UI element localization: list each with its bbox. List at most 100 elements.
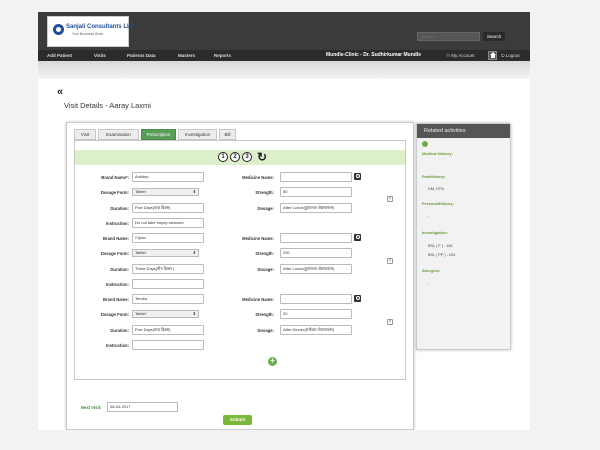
- brand-name-label: Brand Name*:: [101, 175, 129, 180]
- search-button[interactable]: Search: [483, 32, 505, 41]
- tab-prescription[interactable]: Prescription: [141, 129, 176, 140]
- visit-details-panel: Visit Examination Prescription Investiga…: [66, 122, 414, 430]
- remove-row-icon[interactable]: ×: [387, 196, 393, 202]
- dosage-field[interactable]: After Lunch(दुपारच्या जेवणानंतर): [280, 203, 352, 213]
- duration-field[interactable]: Five Days(पाच दिवस): [132, 203, 204, 213]
- dosage-form-select[interactable]: Tablet ⬍: [132, 310, 199, 318]
- strength-field[interactable]: 20: [280, 309, 352, 319]
- allergies-heading: Allergies:: [422, 268, 441, 273]
- dosage-form-select[interactable]: Tablet ⬍: [132, 249, 199, 257]
- dosage-form-label: Dosage Form:: [100, 251, 129, 256]
- tab-visit[interactable]: Visit: [74, 129, 96, 140]
- brand-name-field[interactable]: Antidep: [132, 172, 204, 182]
- nav-masters[interactable]: Masters: [178, 50, 195, 61]
- search-icon[interactable]: [354, 173, 361, 180]
- medicine-name-label: Medicine Name:: [242, 175, 274, 180]
- duration-field[interactable]: Five Days(पाच दिवस): [132, 325, 204, 335]
- page-title: Visit Details - Aaray Laxmi: [64, 101, 151, 110]
- chevron-down-icon: ⬍: [192, 189, 196, 194]
- dosage-form-select[interactable]: Tablet ⬍: [132, 188, 199, 196]
- medicine-name-field[interactable]: [280, 233, 352, 243]
- dosage-label: Dosage:: [257, 206, 274, 211]
- medical-history-heading: Medical History:: [422, 151, 453, 156]
- related-activities-panel: Related activities Medical History: Past…: [416, 123, 511, 350]
- nav-add-patient[interactable]: Add Patient: [47, 50, 72, 61]
- remove-row-icon[interactable]: ×: [387, 319, 393, 325]
- dosage-form-label: Dosage Form:: [100, 190, 129, 195]
- medicine-name-label: Medicine Name:: [242, 297, 274, 302]
- step-1-icon[interactable]: 1: [218, 152, 228, 162]
- instruction-field[interactable]: [132, 340, 204, 350]
- dosage-form-value: Tablet: [135, 189, 146, 194]
- logo-mark-icon: [53, 24, 64, 35]
- step-2-icon[interactable]: 2: [230, 152, 240, 162]
- duration-field[interactable]: Three Days(तीन दिवस ): [132, 264, 204, 274]
- add-medicine-icon[interactable]: +: [268, 356, 277, 366]
- dosage-label: Dosage:: [257, 328, 274, 333]
- brand-name-label: Brand Name:: [102, 297, 129, 302]
- home-icon[interactable]: [488, 51, 497, 60]
- nav-patients-data[interactable]: Patients Data: [127, 50, 156, 61]
- logout-link[interactable]: ⏻ Logout: [501, 50, 520, 61]
- tab-investigation[interactable]: Investigation: [178, 129, 217, 140]
- refresh-icon[interactable]: ↻: [257, 150, 267, 164]
- instruction-field[interactable]: [132, 279, 204, 289]
- brand-name-field[interactable]: Tendia: [132, 294, 204, 304]
- my-account-link[interactable]: ⚇ My Account: [446, 50, 475, 61]
- dosage-form-label: Dosage Form:: [100, 312, 129, 317]
- submit-button[interactable]: Submit: [223, 415, 252, 425]
- dosage-form-value: Tablet: [135, 311, 146, 316]
- app-window: Sanjali Consultants LLP Your Business Br…: [38, 12, 530, 430]
- strength-field[interactable]: 50: [280, 187, 352, 197]
- next-visit-field[interactable]: 08-04-2017: [107, 402, 178, 412]
- company-logo[interactable]: Sanjali Consultants LLP Your Business Br…: [47, 16, 135, 47]
- main-navigation: Add Patient Visits Patients Data Masters…: [38, 50, 530, 61]
- logout-label: Logout: [505, 53, 520, 58]
- strength-field[interactable]: 200: [280, 248, 352, 258]
- duration-label: Duration:: [110, 206, 129, 211]
- related-activities-title: Related activities: [417, 124, 510, 138]
- dosage-field[interactable]: After Dinner(रात्रीच्या जेवणानंतर): [280, 325, 352, 335]
- medicine-name-field[interactable]: [280, 172, 352, 182]
- top-header: Sanjali Consultants LLP Your Business Br…: [38, 12, 530, 50]
- duration-label: Duration:: [110, 328, 129, 333]
- brand-name-label: Brand Name:: [102, 236, 129, 241]
- step-3-icon[interactable]: 3: [242, 152, 252, 162]
- remove-row-icon[interactable]: ×: [387, 258, 393, 264]
- logo-tagline: Your Business Brain: [72, 32, 104, 36]
- instruction-field[interactable]: Do not take empty stomach: [132, 218, 204, 228]
- instruction-label: Instruction:: [105, 221, 129, 226]
- prescription-form: 1 2 3 ↻ Brand Name*: Antidep Medicine Na…: [74, 140, 406, 380]
- chevron-down-icon: ⬍: [192, 250, 196, 255]
- dosage-label: Dosage:: [257, 267, 274, 272]
- search-icon[interactable]: [354, 295, 361, 302]
- investigation-value: BSL ( F ) : 183: [428, 244, 453, 248]
- nav-reports[interactable]: Reports: [214, 50, 231, 61]
- personal-history-heading: PersonalHistory:: [422, 201, 455, 206]
- search-icon[interactable]: [354, 234, 361, 241]
- strength-label: Strength:: [255, 251, 274, 256]
- instruction-label: Instruction:: [105, 282, 129, 287]
- strength-label: Strength:: [255, 190, 274, 195]
- tab-examination[interactable]: Examination: [98, 129, 139, 140]
- step-indicator-bar: 1 2 3 ↻: [75, 150, 405, 165]
- allergies-value: -: [428, 281, 430, 285]
- back-button[interactable]: «: [57, 86, 63, 98]
- nav-visits[interactable]: Visits: [94, 50, 106, 61]
- chevron-down-icon: ⬍: [192, 311, 196, 316]
- personal-history-value: -: [428, 214, 430, 218]
- strength-label: Strength:: [255, 312, 274, 317]
- related-activities-body: Medical History: PastHistory: DM, HTN Pe…: [417, 138, 510, 349]
- brand-name-field[interactable]: Ciplox: [132, 233, 204, 243]
- next-visit-label: Next Visit:: [81, 405, 102, 410]
- medicine-name-label: Medicine Name:: [242, 236, 274, 241]
- clinic-name: Mundle-Clinic - Dr. Sudhirkumar Mundle: [326, 52, 422, 58]
- bullet-icon: [422, 141, 428, 147]
- instruction-label: Instruction:: [105, 343, 129, 348]
- logo-name: Sanjali Consultants LLP: [66, 24, 135, 30]
- past-history-heading: PastHistory:: [422, 174, 446, 179]
- search-input[interactable]: [417, 32, 480, 41]
- medicine-name-field[interactable]: [280, 294, 352, 304]
- dosage-field[interactable]: After Lunch(दुपारच्या जेवणानंतर): [280, 264, 352, 274]
- tab-bill[interactable]: Bill: [219, 129, 236, 140]
